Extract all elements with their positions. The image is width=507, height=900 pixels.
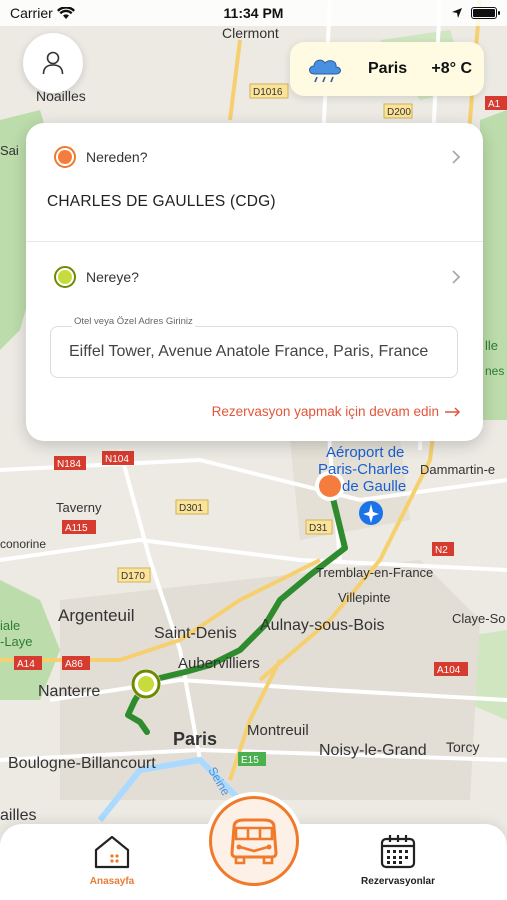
map-label: Paris <box>173 729 217 749</box>
route-card: Nereden? CHARLES DE GAULLES (CDG) Nereye… <box>26 123 483 441</box>
address-input[interactable] <box>50 326 458 378</box>
map-label: Sai <box>0 143 19 158</box>
map-label: nes <box>485 364 504 378</box>
battery-fill <box>473 9 495 17</box>
map-label: -Laye <box>0 634 33 649</box>
road-shield: A86 <box>65 659 83 670</box>
map-label: Taverny <box>56 500 102 515</box>
road-shield: A14 <box>17 659 35 670</box>
origin-dot-icon <box>54 146 76 168</box>
map-label: Claye-So <box>452 611 505 626</box>
map-label: iale <box>0 618 20 633</box>
road-shield: D301 <box>179 503 203 514</box>
map-label: ailles <box>0 807 36 824</box>
continue-link[interactable]: Rezervasyon yapmak için devam edin <box>212 404 461 419</box>
chevron-right-icon <box>452 270 461 284</box>
road-shield: D170 <box>121 571 145 582</box>
road-shield: D1016 <box>253 87 283 98</box>
chevron-right-icon <box>452 150 461 164</box>
map-label: lle <box>485 338 498 353</box>
road-shield: N104 <box>105 454 129 465</box>
status-left: Carrier <box>10 5 75 21</box>
from-label: Nereden? <box>86 149 148 165</box>
home-icon <box>94 835 130 869</box>
clock: 11:34 PM <box>223 5 284 21</box>
map-label: Aulnay-sous-Bois <box>260 617 385 634</box>
road-shield: N184 <box>57 459 81 470</box>
map-label: Aubervilliers <box>178 655 260 672</box>
weather-temperature: +8° C <box>431 60 472 77</box>
map-label: Torcy <box>446 739 479 755</box>
road-shield: D31 <box>309 523 328 534</box>
road-shield: A104 <box>437 665 461 676</box>
center-bus-inner <box>209 796 299 886</box>
map-label: Dammartin-e <box>420 462 495 477</box>
road-shield: E15 <box>241 755 259 766</box>
map-label: Clermont <box>222 25 279 41</box>
nav-home[interactable]: Anasayfa <box>80 834 144 887</box>
van-icon <box>230 818 278 865</box>
battery-icon <box>471 7 500 19</box>
calendar-icon <box>380 835 416 869</box>
to-label: Nereye? <box>86 269 139 285</box>
weather-city: Paris <box>368 60 408 77</box>
nav-reservations-label: Rezervasyonlar <box>361 876 435 887</box>
map-label: conorine <box>0 537 46 551</box>
map-label: Villepinte <box>338 590 391 605</box>
location-arrow-icon <box>452 8 462 18</box>
wifi-icon <box>56 6 75 19</box>
road-shield: A1 <box>488 99 501 110</box>
map-label: Aéroport de <box>326 444 404 461</box>
origin-value: CHARLES DE GAULLES (CDG) <box>47 193 276 210</box>
user-icon <box>42 51 64 75</box>
road-shield: N2 <box>435 545 448 556</box>
arrow-right-icon <box>445 406 461 417</box>
destination-dot-icon <box>54 266 76 288</box>
profile-button[interactable] <box>23 33 83 93</box>
road-shield: D200 <box>387 107 411 118</box>
map-label: Noisy-le-Grand <box>319 742 427 759</box>
map-label: Saint-Denis <box>154 625 237 642</box>
map-label: Tremblay-en-France <box>316 565 433 580</box>
divider <box>26 241 483 242</box>
status-right <box>451 7 500 19</box>
weather-card: Paris +8° C <box>290 42 484 96</box>
to-row[interactable]: Nereye? <box>26 257 483 297</box>
map-label: de Gaulle <box>342 478 406 495</box>
status-bar: Carrier 11:34 PM <box>0 0 507 26</box>
map-label: Paris-Charles <box>318 461 409 478</box>
map-label: Argenteuil <box>58 606 135 625</box>
map-label: Boulogne-Billancourt <box>8 755 156 772</box>
nav-home-label: Anasayfa <box>89 876 135 887</box>
center-bus-button[interactable] <box>205 792 303 890</box>
from-row[interactable]: Nereden? <box>26 137 483 177</box>
address-field-label: Otel veya Özel Adres Giriniz <box>72 316 195 327</box>
continue-label: Rezervasyon yapmak için devam edin <box>211 404 439 419</box>
cloud-rain-icon <box>309 59 341 83</box>
road-shield: A115 <box>65 523 88 534</box>
carrier-label: Carrier <box>10 5 53 21</box>
nav-reservations[interactable]: Rezervasyonlar <box>350 834 446 887</box>
map-label: Nanterre <box>38 683 100 700</box>
map-label: Montreuil <box>247 722 309 739</box>
